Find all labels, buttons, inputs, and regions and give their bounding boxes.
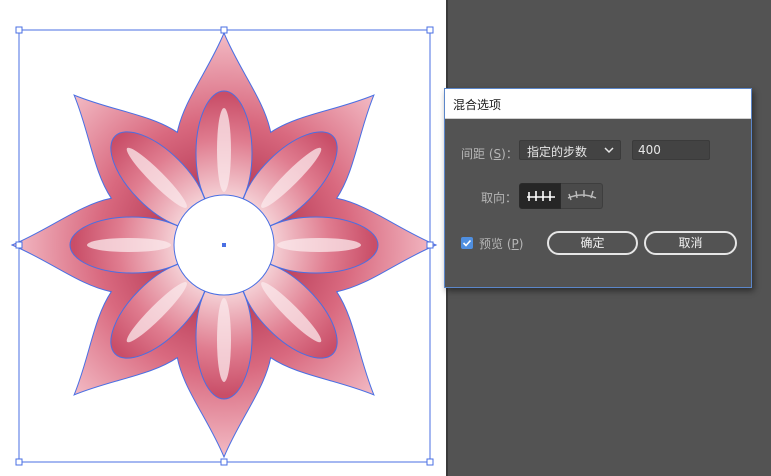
inner-petal-highlight [217, 108, 231, 192]
preview-shortcut-key: P [511, 237, 519, 251]
dialog-title: 混合选项 [453, 98, 502, 112]
align-to-path-button[interactable] [561, 183, 603, 209]
inner-petal-highlight [87, 238, 171, 252]
handle-bottom-right[interactable] [426, 458, 434, 466]
spacing-dropdown[interactable]: 指定的步数 [519, 140, 621, 160]
handle-top-right[interactable] [426, 26, 434, 34]
handle-top-center[interactable] [220, 26, 228, 34]
dialog-titlebar[interactable]: 混合选项 [445, 89, 751, 119]
artboard-canvas[interactable] [0, 0, 446, 476]
handle-middle-left[interactable] [15, 241, 23, 249]
checkmark-icon [462, 239, 472, 247]
spacing-shortcut-key: S [493, 147, 502, 161]
preview-label[interactable]: 预览 (P) [479, 235, 523, 252]
blend-options-dialog: 混合选项 间距 (S)： 指定的步数 400 取向： 预览 (P) 确定 取消 [444, 88, 752, 288]
align-to-page-icon [527, 191, 555, 201]
spacing-label-text: 间距 [461, 147, 486, 161]
preview-label-text: 预览 [479, 237, 504, 251]
center-point[interactable] [222, 243, 226, 247]
blend-flower-artwork[interactable] [0, 0, 446, 476]
handle-bottom-left[interactable] [15, 458, 23, 466]
cancel-button[interactable]: 取消 [644, 231, 737, 255]
orientation-label: 取向： [481, 191, 518, 205]
inner-petal-highlight [277, 238, 361, 252]
handle-middle-right[interactable] [426, 241, 434, 249]
align-to-page-button[interactable] [519, 183, 561, 209]
align-to-path-icon [567, 190, 597, 201]
spacing-label: 间距 (S)： [461, 147, 518, 161]
preview-checkbox[interactable] [461, 237, 473, 249]
steps-input[interactable]: 400 [632, 140, 710, 160]
ok-button[interactable]: 确定 [547, 231, 638, 255]
chevron-down-icon [604, 147, 614, 154]
handle-bottom-center[interactable] [220, 458, 228, 466]
spacing-dropdown-value: 指定的步数 [527, 145, 588, 159]
handle-top-left[interactable] [15, 26, 23, 34]
inner-petal-highlight [217, 298, 231, 382]
